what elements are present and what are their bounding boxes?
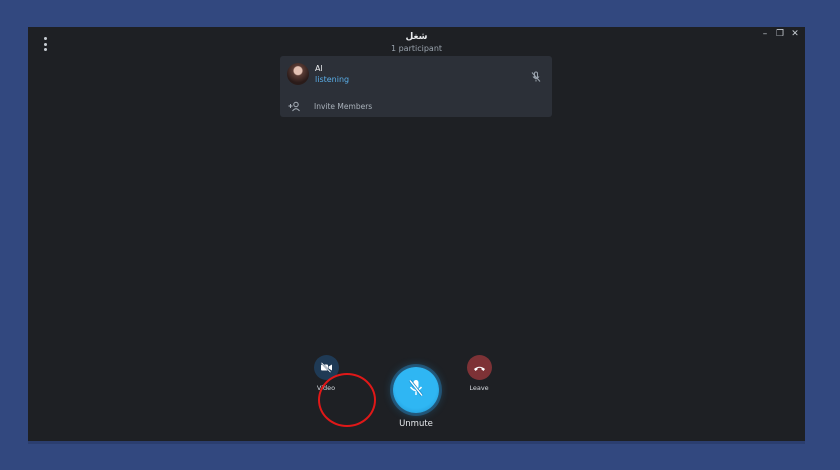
invite-members-label: Invite Members — [314, 102, 373, 111]
add-user-icon — [288, 97, 301, 116]
leave-label: Leave — [469, 384, 489, 392]
participant-status: listening — [315, 75, 350, 84]
maximize-button[interactable]: ❐ — [776, 29, 784, 39]
leave-button[interactable] — [466, 355, 492, 380]
unmute-control: Unmute — [386, 367, 446, 429]
window-bottom-edge — [28, 441, 805, 444]
hang-up-icon — [473, 358, 486, 377]
participant-name: Al — [315, 64, 323, 73]
window-title-block: شغل 1 participant — [28, 31, 805, 54]
invite-members-button[interactable]: Invite Members — [288, 97, 372, 116]
leave-control: Leave — [464, 355, 494, 392]
muted-mic-icon[interactable] — [530, 68, 542, 87]
unmute-button[interactable] — [393, 367, 439, 413]
close-button[interactable]: ✕ — [791, 29, 799, 39]
mic-off-icon — [407, 378, 425, 402]
window-controls: – ❐ ✕ — [761, 29, 799, 39]
minimize-button[interactable]: – — [761, 29, 769, 39]
avatar[interactable] — [287, 63, 309, 85]
participant-count: 1 participant — [390, 44, 443, 53]
participants-panel: Al listening Invite Members — [280, 56, 552, 117]
unmute-label: Unmute — [399, 419, 433, 429]
video-off-icon — [320, 358, 333, 377]
chat-title: شغل — [405, 32, 428, 42]
highlight-annotation-circle — [318, 373, 376, 427]
